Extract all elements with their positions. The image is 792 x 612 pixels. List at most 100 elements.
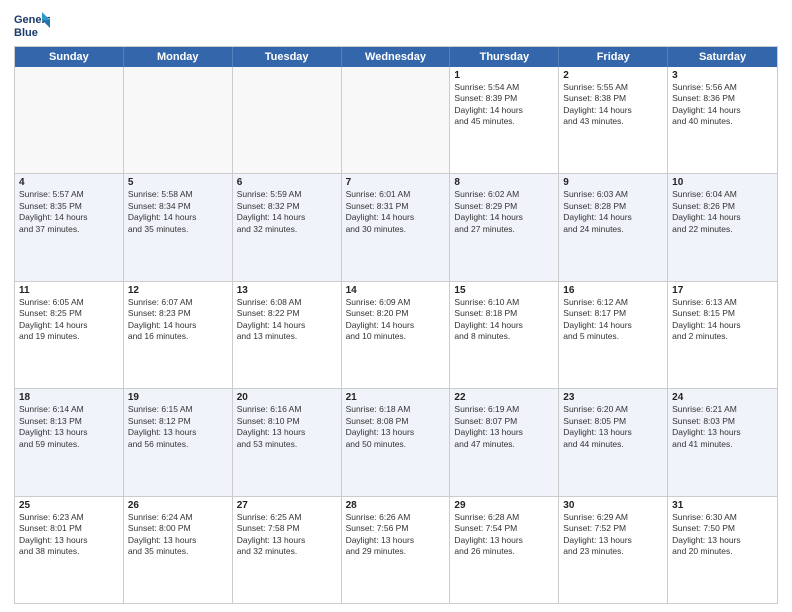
calendar-cell: 12Sunrise: 6:07 AM Sunset: 8:23 PM Dayli… [124,282,233,388]
cell-info: Sunrise: 6:16 AM Sunset: 8:10 PM Dayligh… [237,404,337,450]
calendar-cell: 31Sunrise: 6:30 AM Sunset: 7:50 PM Dayli… [668,497,777,603]
day-number: 13 [237,285,337,296]
calendar-cell: 4Sunrise: 5:57 AM Sunset: 8:35 PM Daylig… [15,174,124,280]
day-number: 6 [237,177,337,188]
calendar-cell: 22Sunrise: 6:19 AM Sunset: 8:07 PM Dayli… [450,389,559,495]
calendar-cell: 2Sunrise: 5:55 AM Sunset: 8:38 PM Daylig… [559,67,668,173]
cell-info: Sunrise: 5:57 AM Sunset: 8:35 PM Dayligh… [19,189,119,235]
calendar-cell: 17Sunrise: 6:13 AM Sunset: 8:15 PM Dayli… [668,282,777,388]
day-number: 26 [128,500,228,511]
cell-info: Sunrise: 6:08 AM Sunset: 8:22 PM Dayligh… [237,297,337,343]
day-number: 2 [563,70,663,81]
calendar-cell: 5Sunrise: 5:58 AM Sunset: 8:34 PM Daylig… [124,174,233,280]
calendar-header: SundayMondayTuesdayWednesdayThursdayFrid… [15,47,777,67]
cell-info: Sunrise: 6:20 AM Sunset: 8:05 PM Dayligh… [563,404,663,450]
cell-info: Sunrise: 6:10 AM Sunset: 8:18 PM Dayligh… [454,297,554,343]
calendar-row: 18Sunrise: 6:14 AM Sunset: 8:13 PM Dayli… [15,388,777,495]
cell-info: Sunrise: 6:25 AM Sunset: 7:58 PM Dayligh… [237,512,337,558]
calendar-cell: 10Sunrise: 6:04 AM Sunset: 8:26 PM Dayli… [668,174,777,280]
cell-info: Sunrise: 5:58 AM Sunset: 8:34 PM Dayligh… [128,189,228,235]
header: General Blue [14,10,778,40]
day-number: 8 [454,177,554,188]
calendar-cell: 1Sunrise: 5:54 AM Sunset: 8:39 PM Daylig… [450,67,559,173]
cell-info: Sunrise: 6:15 AM Sunset: 8:12 PM Dayligh… [128,404,228,450]
day-number: 19 [128,392,228,403]
cell-info: Sunrise: 6:07 AM Sunset: 8:23 PM Dayligh… [128,297,228,343]
calendar-cell: 27Sunrise: 6:25 AM Sunset: 7:58 PM Dayli… [233,497,342,603]
day-number: 1 [454,70,554,81]
day-number: 24 [672,392,773,403]
day-number: 18 [19,392,119,403]
calendar-row: 4Sunrise: 5:57 AM Sunset: 8:35 PM Daylig… [15,173,777,280]
weekday-header: Wednesday [342,47,451,67]
cell-info: Sunrise: 6:03 AM Sunset: 8:28 PM Dayligh… [563,189,663,235]
day-number: 11 [19,285,119,296]
calendar-body: 1Sunrise: 5:54 AM Sunset: 8:39 PM Daylig… [15,67,777,603]
day-number: 4 [19,177,119,188]
day-number: 12 [128,285,228,296]
calendar-cell [342,67,451,173]
calendar-cell: 23Sunrise: 6:20 AM Sunset: 8:05 PM Dayli… [559,389,668,495]
calendar-cell: 18Sunrise: 6:14 AM Sunset: 8:13 PM Dayli… [15,389,124,495]
day-number: 3 [672,70,773,81]
calendar-row: 1Sunrise: 5:54 AM Sunset: 8:39 PM Daylig… [15,67,777,173]
logo: General Blue [14,10,50,40]
svg-text:Blue: Blue [14,27,38,39]
calendar-cell: 20Sunrise: 6:16 AM Sunset: 8:10 PM Dayli… [233,389,342,495]
cell-info: Sunrise: 6:29 AM Sunset: 7:52 PM Dayligh… [563,512,663,558]
page: General Blue SundayMondayTuesdayWednesda… [0,0,792,612]
calendar-cell: 30Sunrise: 6:29 AM Sunset: 7:52 PM Dayli… [559,497,668,603]
cell-info: Sunrise: 6:05 AM Sunset: 8:25 PM Dayligh… [19,297,119,343]
calendar-cell: 9Sunrise: 6:03 AM Sunset: 8:28 PM Daylig… [559,174,668,280]
day-number: 31 [672,500,773,511]
calendar-cell: 8Sunrise: 6:02 AM Sunset: 8:29 PM Daylig… [450,174,559,280]
calendar-cell: 24Sunrise: 6:21 AM Sunset: 8:03 PM Dayli… [668,389,777,495]
cell-info: Sunrise: 5:56 AM Sunset: 8:36 PM Dayligh… [672,82,773,128]
calendar-cell: 28Sunrise: 6:26 AM Sunset: 7:56 PM Dayli… [342,497,451,603]
day-number: 5 [128,177,228,188]
calendar-cell [15,67,124,173]
cell-info: Sunrise: 6:13 AM Sunset: 8:15 PM Dayligh… [672,297,773,343]
calendar: SundayMondayTuesdayWednesdayThursdayFrid… [14,46,778,604]
calendar-cell: 7Sunrise: 6:01 AM Sunset: 8:31 PM Daylig… [342,174,451,280]
cell-info: Sunrise: 6:01 AM Sunset: 8:31 PM Dayligh… [346,189,446,235]
day-number: 21 [346,392,446,403]
day-number: 14 [346,285,446,296]
day-number: 27 [237,500,337,511]
day-number: 10 [672,177,773,188]
day-number: 9 [563,177,663,188]
calendar-cell: 16Sunrise: 6:12 AM Sunset: 8:17 PM Dayli… [559,282,668,388]
calendar-cell: 15Sunrise: 6:10 AM Sunset: 8:18 PM Dayli… [450,282,559,388]
cell-info: Sunrise: 6:28 AM Sunset: 7:54 PM Dayligh… [454,512,554,558]
cell-info: Sunrise: 6:04 AM Sunset: 8:26 PM Dayligh… [672,189,773,235]
calendar-cell: 29Sunrise: 6:28 AM Sunset: 7:54 PM Dayli… [450,497,559,603]
weekday-header: Thursday [450,47,559,67]
calendar-row: 11Sunrise: 6:05 AM Sunset: 8:25 PM Dayli… [15,281,777,388]
cell-info: Sunrise: 6:19 AM Sunset: 8:07 PM Dayligh… [454,404,554,450]
day-number: 25 [19,500,119,511]
day-number: 15 [454,285,554,296]
day-number: 16 [563,285,663,296]
cell-info: Sunrise: 6:30 AM Sunset: 7:50 PM Dayligh… [672,512,773,558]
cell-info: Sunrise: 6:21 AM Sunset: 8:03 PM Dayligh… [672,404,773,450]
cell-info: Sunrise: 6:26 AM Sunset: 7:56 PM Dayligh… [346,512,446,558]
cell-info: Sunrise: 6:18 AM Sunset: 8:08 PM Dayligh… [346,404,446,450]
cell-info: Sunrise: 5:55 AM Sunset: 8:38 PM Dayligh… [563,82,663,128]
day-number: 29 [454,500,554,511]
weekday-header: Friday [559,47,668,67]
day-number: 20 [237,392,337,403]
day-number: 17 [672,285,773,296]
cell-info: Sunrise: 6:23 AM Sunset: 8:01 PM Dayligh… [19,512,119,558]
cell-info: Sunrise: 6:24 AM Sunset: 8:00 PM Dayligh… [128,512,228,558]
calendar-cell [124,67,233,173]
logo-icon: General Blue [14,10,50,40]
calendar-cell: 14Sunrise: 6:09 AM Sunset: 8:20 PM Dayli… [342,282,451,388]
weekday-header: Monday [124,47,233,67]
calendar-cell: 6Sunrise: 5:59 AM Sunset: 8:32 PM Daylig… [233,174,342,280]
calendar-cell: 19Sunrise: 6:15 AM Sunset: 8:12 PM Dayli… [124,389,233,495]
cell-info: Sunrise: 5:59 AM Sunset: 8:32 PM Dayligh… [237,189,337,235]
calendar-cell: 25Sunrise: 6:23 AM Sunset: 8:01 PM Dayli… [15,497,124,603]
calendar-cell: 11Sunrise: 6:05 AM Sunset: 8:25 PM Dayli… [15,282,124,388]
day-number: 7 [346,177,446,188]
weekday-header: Sunday [15,47,124,67]
